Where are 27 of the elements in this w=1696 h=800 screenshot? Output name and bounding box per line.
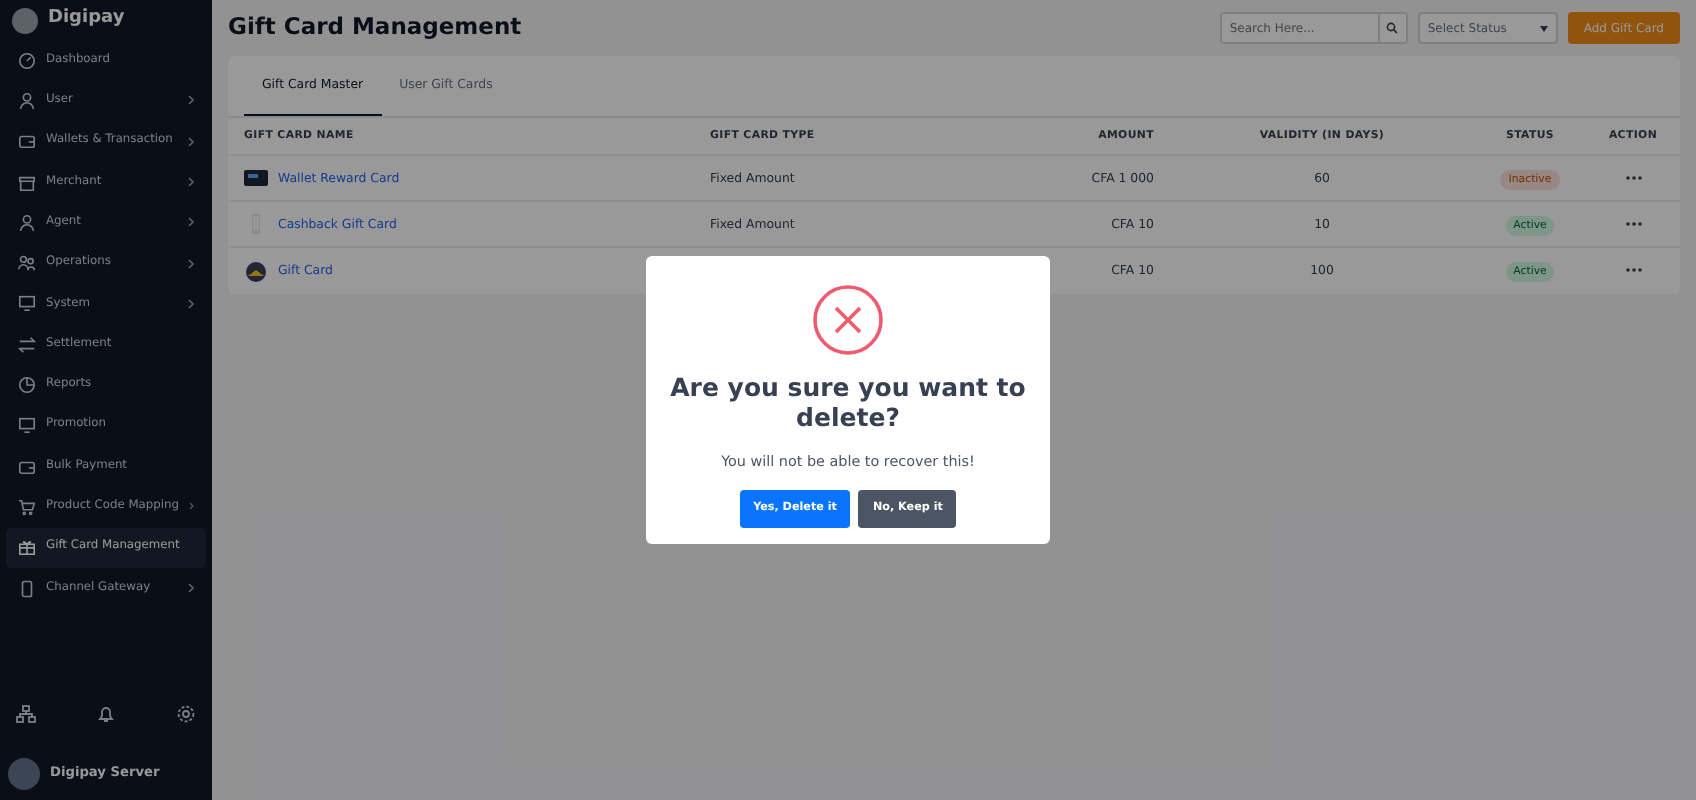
pie-chart-icon [18, 376, 36, 395]
wallet-icon [18, 457, 36, 476]
wallet-icon [18, 132, 36, 151]
cart-icon [18, 497, 36, 516]
sitemap-icon[interactable] [16, 704, 36, 724]
monitor-icon [18, 294, 36, 313]
search-icon[interactable] [1377, 14, 1406, 42]
more-icon[interactable] [1625, 222, 1641, 227]
dialog-title: Are you sure you want to delete? [668, 372, 1028, 433]
people-icon [18, 254, 36, 273]
brand-name: Digipay [48, 6, 125, 33]
settings-icon[interactable] [176, 704, 196, 724]
gift-icon [18, 538, 36, 557]
phone-icon [18, 579, 36, 597]
gauge-icon [18, 51, 36, 70]
store-icon [18, 173, 36, 192]
arrows-icon [18, 335, 36, 354]
more-icon[interactable] [1625, 176, 1641, 181]
page-title: Gift Card Management [228, 14, 522, 42]
error-icon [812, 284, 884, 357]
monitor-icon [18, 416, 36, 435]
caret-icon [1539, 25, 1548, 31]
person-icon [18, 213, 36, 232]
person-icon [18, 91, 36, 110]
more-icon[interactable] [1625, 268, 1641, 273]
bell-icon[interactable] [96, 704, 116, 724]
logo-icon [12, 7, 38, 33]
